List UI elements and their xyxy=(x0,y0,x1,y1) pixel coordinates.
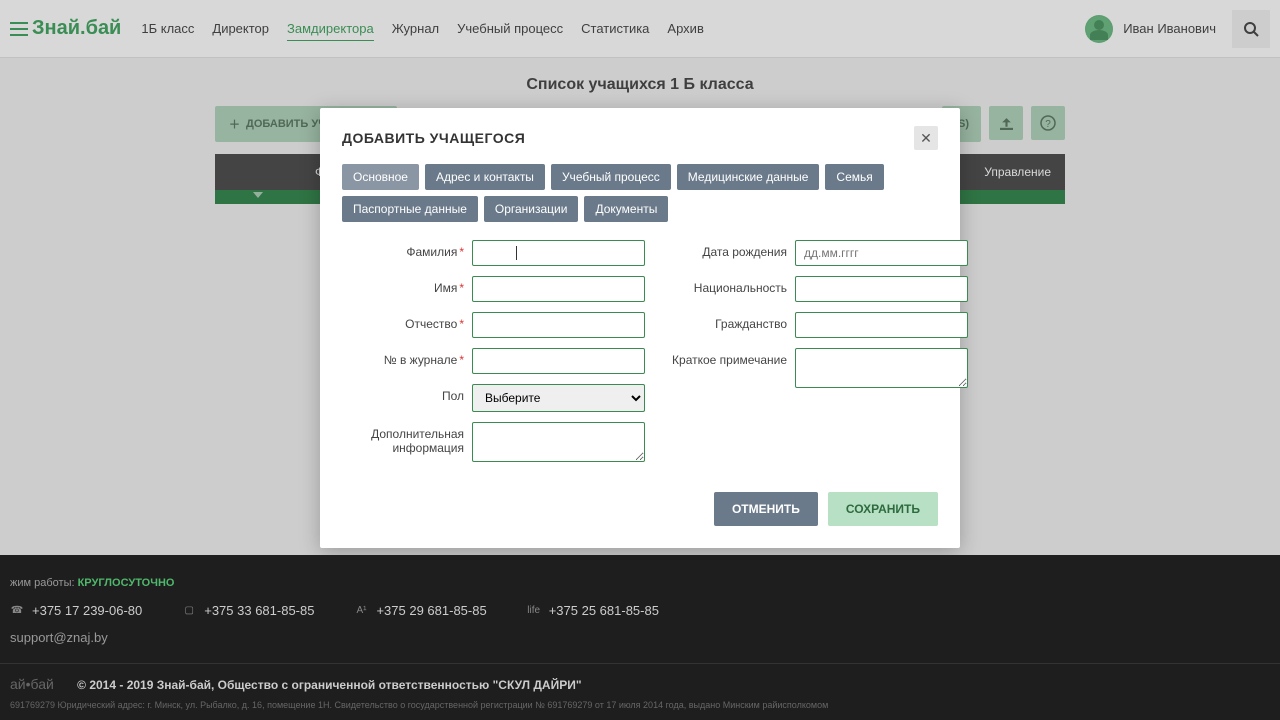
modal-title: ДОБАВИТЬ УЧАЩЕГОСЯ xyxy=(342,130,914,146)
input-nationality[interactable] xyxy=(795,276,968,302)
label-gender: Пол xyxy=(442,389,464,403)
tab-1[interactable]: Адрес и контакты xyxy=(425,164,545,190)
working-hours: жим работы: КРУГЛОСУТОЧНО xyxy=(10,577,1270,589)
save-button[interactable]: СОХРАНИТЬ xyxy=(828,492,938,526)
footer: жим работы: КРУГЛОСУТОЧНО ☎+375 17 239-0… xyxy=(0,555,1280,720)
label-note: Краткое примечание xyxy=(672,353,787,367)
select-gender[interactable]: Выберите xyxy=(472,384,645,412)
tab-7[interactable]: Документы xyxy=(584,196,668,222)
footer-phones: ☎+375 17 239-06-80 ▢+375 33 681-85-85 A¹… xyxy=(10,603,1270,618)
add-student-modal: ДОБАВИТЬ УЧАЩЕГОСЯ ✕ ОсновноеАдрес и кон… xyxy=(320,108,960,548)
textarea-extra[interactable] xyxy=(472,422,645,462)
phone-4[interactable]: life+375 25 681-85-85 xyxy=(527,603,659,618)
footer-email[interactable]: support@znaj.by xyxy=(10,630,1270,645)
input-patronymic[interactable] xyxy=(472,312,645,338)
tab-3[interactable]: Медицинские данные xyxy=(677,164,820,190)
copyright: © 2014 - 2019 Знай-бай, Общество с огран… xyxy=(77,678,581,692)
label-extra: Дополнительная информация xyxy=(371,427,464,455)
field-surname: Фамилия* xyxy=(342,240,645,266)
tab-0[interactable]: Основное xyxy=(342,164,419,190)
tab-2[interactable]: Учебный процесс xyxy=(551,164,671,190)
input-citizenship[interactable] xyxy=(795,312,968,338)
phone-3[interactable]: A¹+375 29 681-85-85 xyxy=(354,603,486,618)
input-name[interactable] xyxy=(472,276,645,302)
input-journal-no[interactable] xyxy=(472,348,645,374)
tab-5[interactable]: Паспортные данные xyxy=(342,196,478,222)
label-citizenship: Гражданство xyxy=(715,317,787,331)
label-journal-no: № в журнале xyxy=(384,353,458,367)
modal-tabs: ОсновноеАдрес и контактыУчебный процессМ… xyxy=(342,164,938,222)
phone-1[interactable]: ☎+375 17 239-06-80 xyxy=(10,603,142,618)
input-surname[interactable] xyxy=(472,240,645,266)
close-button[interactable]: ✕ xyxy=(914,126,938,150)
label-surname: Фамилия xyxy=(406,245,457,259)
legal-text: 691769279 Юридический адрес: г. Минск, у… xyxy=(10,700,1270,710)
label-nationality: Национальность xyxy=(694,281,787,295)
footer-logo: ай•бай xyxy=(10,676,54,692)
tab-6[interactable]: Организации xyxy=(484,196,579,222)
input-dob[interactable] xyxy=(795,240,968,266)
textarea-note[interactable] xyxy=(795,348,968,388)
tab-4[interactable]: Семья xyxy=(825,164,883,190)
label-dob: Дата рождения xyxy=(702,245,787,259)
phone-2[interactable]: ▢+375 33 681-85-85 xyxy=(182,603,314,618)
label-name: Имя xyxy=(434,281,457,295)
cancel-button[interactable]: ОТМЕНИТЬ xyxy=(714,492,818,526)
label-patronymic: Отчество xyxy=(405,317,457,331)
